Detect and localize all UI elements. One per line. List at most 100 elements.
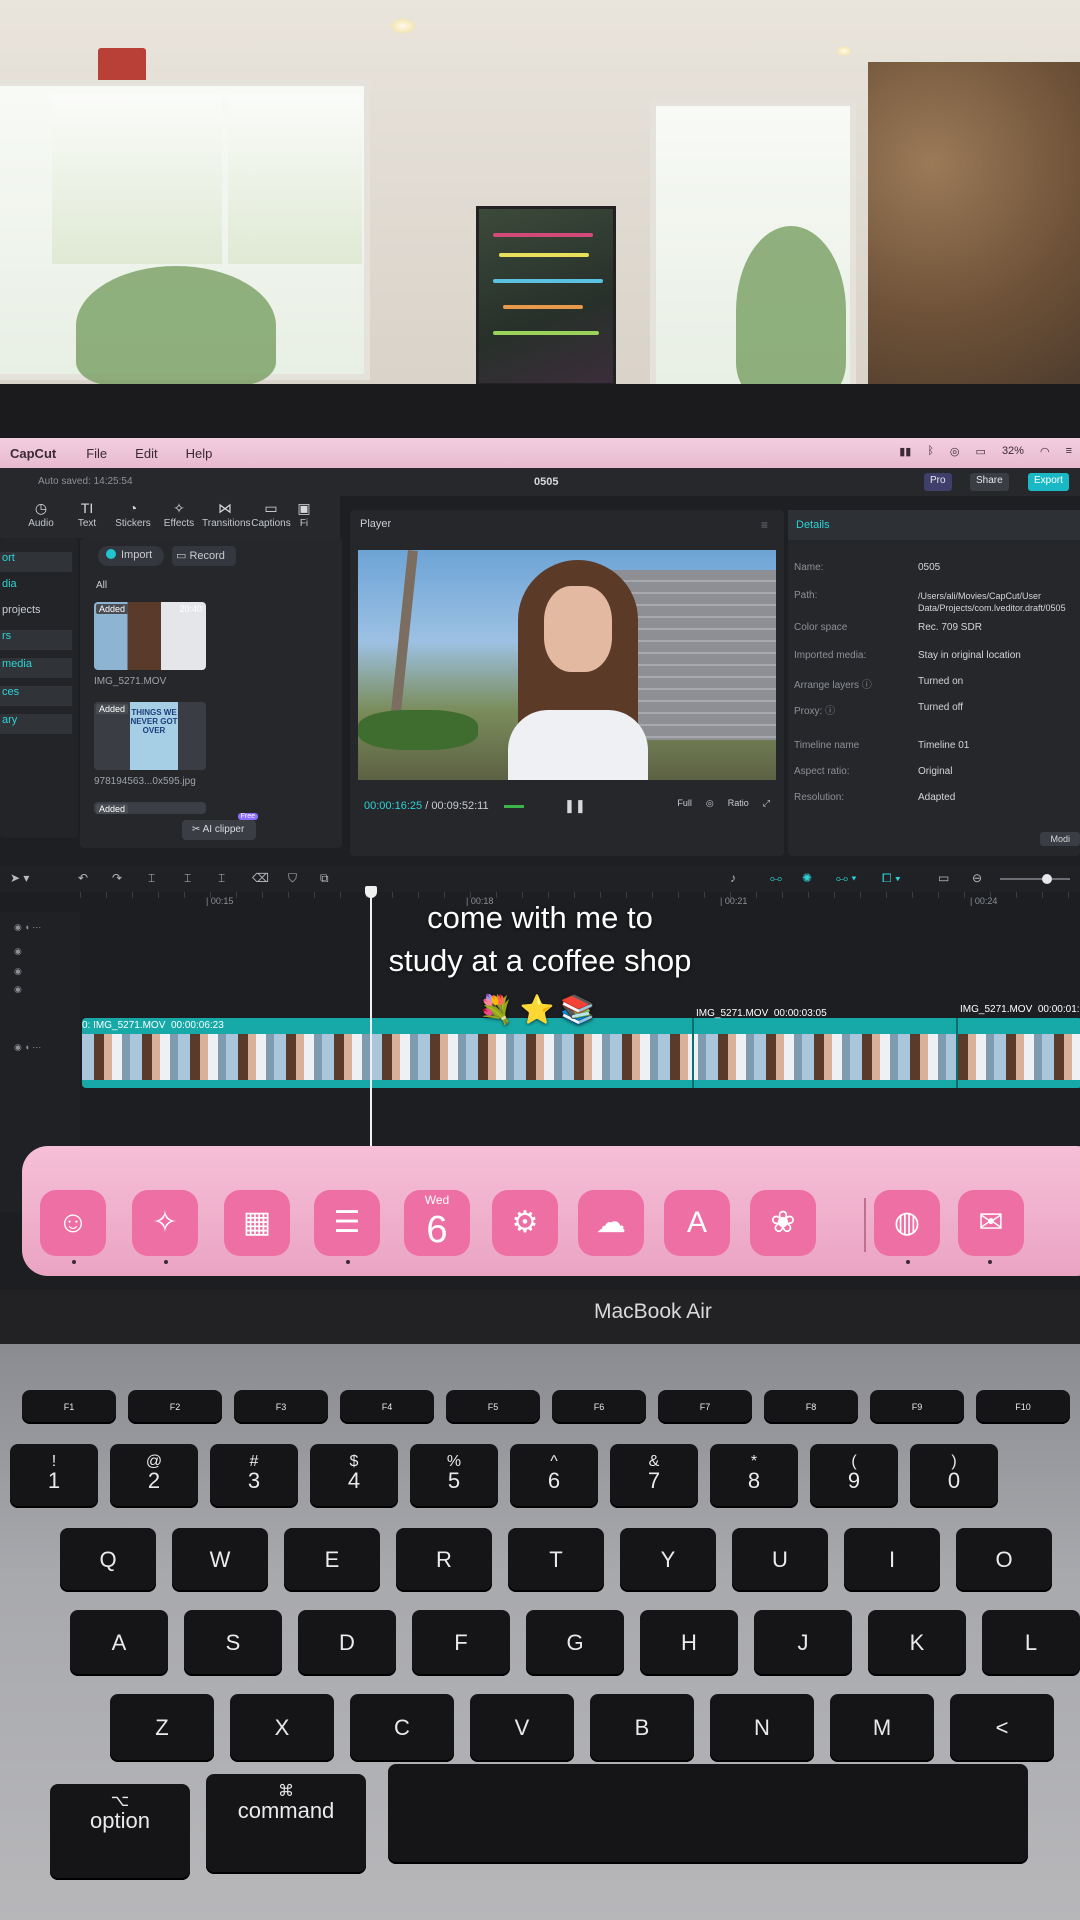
key-4[interactable]: $4 xyxy=(310,1444,398,1508)
nav-projects[interactable]: projects xyxy=(0,604,72,624)
media-thumb-partial[interactable]: Added xyxy=(94,802,206,814)
tool-audio[interactable]: ◷ Audio xyxy=(18,496,64,538)
key-u[interactable]: U xyxy=(732,1528,828,1592)
nav-library[interactable]: ary xyxy=(0,714,72,734)
key-1[interactable]: ! 1 xyxy=(10,1444,98,1508)
share-button[interactable]: Share xyxy=(970,473,1009,491)
link-icon[interactable]: ⧟ xyxy=(770,871,782,886)
zoom-out-icon[interactable]: ⊖ xyxy=(972,871,982,885)
key-t[interactable]: T xyxy=(508,1528,604,1592)
key-n[interactable]: N xyxy=(710,1694,814,1762)
screenshot-icon[interactable]: ◎ xyxy=(706,798,714,809)
full-button[interactable]: Full xyxy=(677,798,692,809)
video-preview[interactable] xyxy=(358,550,776,780)
key-c[interactable]: C xyxy=(350,1694,454,1762)
tool-text[interactable]: TI Text xyxy=(64,496,110,538)
messages-icon[interactable]: ◍ xyxy=(874,1190,940,1256)
key-z[interactable]: Z xyxy=(110,1694,214,1762)
media-thumb-video[interactable]: Added 20:40 xyxy=(94,602,206,670)
delete-left-icon[interactable]: ⌶ xyxy=(184,871,191,886)
function-key-f5[interactable]: F5 xyxy=(446,1390,540,1424)
key-v[interactable]: V xyxy=(470,1694,574,1762)
calendar-icon[interactable]: Wed 6 xyxy=(404,1190,470,1256)
key-0[interactable]: ) 0 xyxy=(910,1444,998,1508)
function-key-f3[interactable]: F3 xyxy=(234,1390,328,1424)
settings-icon[interactable]: ⚙ xyxy=(492,1190,558,1256)
nav-import[interactable]: ort xyxy=(0,552,72,572)
key-2[interactable]: @2 xyxy=(110,1444,198,1508)
tool-filters[interactable]: ▣ Fi xyxy=(294,496,314,538)
calculator-icon[interactable]: ▦ xyxy=(224,1190,290,1256)
trash-icon[interactable]: ⌫ xyxy=(252,871,269,885)
function-key-f10[interactable]: F10 xyxy=(976,1390,1070,1424)
function-key-f4[interactable]: F4 xyxy=(340,1390,434,1424)
split-icon[interactable]: ⌶ xyxy=(148,871,155,886)
key-a[interactable]: A xyxy=(70,1610,168,1676)
key-q[interactable]: Q xyxy=(60,1528,156,1592)
snap-icon[interactable]: ⧟ ▾ xyxy=(836,871,856,886)
preview-axis-icon[interactable]: ⧠ ▾ xyxy=(882,871,901,886)
nav-spaces[interactable]: ces xyxy=(0,686,72,706)
tool-stickers[interactable]: ◔ Stickers xyxy=(110,496,156,538)
function-key-f1[interactable]: F1 xyxy=(22,1390,116,1424)
car-icon[interactable]: ▭ xyxy=(976,445,986,458)
key-k[interactable]: K xyxy=(868,1610,966,1676)
select-tool-icon[interactable]: ➤ ▾ xyxy=(10,871,29,885)
key-l[interactable]: L xyxy=(982,1610,1080,1676)
menu-file[interactable]: File xyxy=(86,446,107,461)
ratio-button[interactable]: Ratio xyxy=(728,798,749,809)
key-h[interactable]: H xyxy=(640,1610,738,1676)
menu-edit[interactable]: Edit xyxy=(135,446,157,461)
menu-icon[interactable]: ≡ xyxy=(761,518,768,532)
modify-button[interactable]: Modi xyxy=(1040,832,1080,846)
delete-right-icon[interactable]: ⌶ xyxy=(218,871,225,886)
key-b[interactable]: B xyxy=(590,1694,694,1762)
key-m[interactable]: M xyxy=(830,1694,934,1762)
spacebar[interactable] xyxy=(388,1764,1028,1864)
media-filter-all[interactable]: All xyxy=(96,580,107,591)
menu-help[interactable]: Help xyxy=(186,446,213,461)
option-key[interactable]: ⌥ option xyxy=(50,1784,190,1880)
tool-effects[interactable]: ✧ Effects xyxy=(156,496,202,538)
record-button[interactable]: ▭ Record xyxy=(172,546,236,566)
media-thumb-image[interactable]: THINGS WE NEVER GOT OVER Added xyxy=(94,702,206,770)
key-j[interactable]: J xyxy=(754,1610,852,1676)
key-x[interactable]: X xyxy=(230,1694,334,1762)
key-i[interactable]: I xyxy=(844,1528,940,1592)
command-key[interactable]: ⌘ command xyxy=(206,1774,366,1874)
mail-icon[interactable]: ✉ xyxy=(958,1190,1024,1256)
key-comma[interactable]: < xyxy=(950,1694,1054,1762)
menu-app-name[interactable]: CapCut xyxy=(10,446,56,461)
key-e[interactable]: E xyxy=(284,1528,380,1592)
function-key-f9[interactable]: F9 xyxy=(870,1390,964,1424)
eye-icon[interactable]: ◉ ◖ ⋯ xyxy=(14,1042,41,1053)
undo-icon[interactable]: ↶ xyxy=(78,871,88,885)
shield-icon[interactable]: ⛉ xyxy=(288,871,297,886)
nav-media-library[interactable]: media xyxy=(0,658,72,678)
key-8[interactable]: * 8 xyxy=(710,1444,798,1508)
key-9[interactable]: (9 xyxy=(810,1444,898,1508)
export-button[interactable]: Export xyxy=(1028,473,1069,491)
pause-button[interactable]: ❚❚ xyxy=(564,798,586,814)
weather-icon[interactable]: ☁ xyxy=(578,1190,644,1256)
function-key-f7[interactable]: F7 xyxy=(658,1390,752,1424)
nav-yours[interactable]: rs xyxy=(0,630,72,650)
pro-button[interactable]: Pro xyxy=(924,473,952,491)
key-r[interactable]: R xyxy=(396,1528,492,1592)
function-key-f8[interactable]: F8 xyxy=(764,1390,858,1424)
magnet-icon[interactable]: ✺ xyxy=(802,871,812,885)
photos-icon[interactable]: ❀ xyxy=(750,1190,816,1256)
key-3[interactable]: #3 xyxy=(210,1444,298,1508)
key-7[interactable]: & 7 xyxy=(610,1444,698,1508)
key-y[interactable]: Y xyxy=(620,1528,716,1592)
wifi-icon[interactable]: ◠ xyxy=(1040,445,1050,458)
key-5[interactable]: % 5 xyxy=(410,1444,498,1508)
key-w[interactable]: W xyxy=(172,1528,268,1592)
crop-icon[interactable]: ⧉ xyxy=(320,871,329,886)
app-store-icon[interactable]: A xyxy=(664,1190,730,1256)
bluetooth-icon[interactable]: ᛒ xyxy=(927,445,934,458)
airdrop-icon[interactable]: ◎ xyxy=(950,445,960,458)
function-key-f2[interactable]: F2 xyxy=(128,1390,222,1424)
mic-icon[interactable]: ♪ xyxy=(730,871,736,885)
ai-clipper-button[interactable]: ✂ AI clipper Free xyxy=(182,813,258,840)
